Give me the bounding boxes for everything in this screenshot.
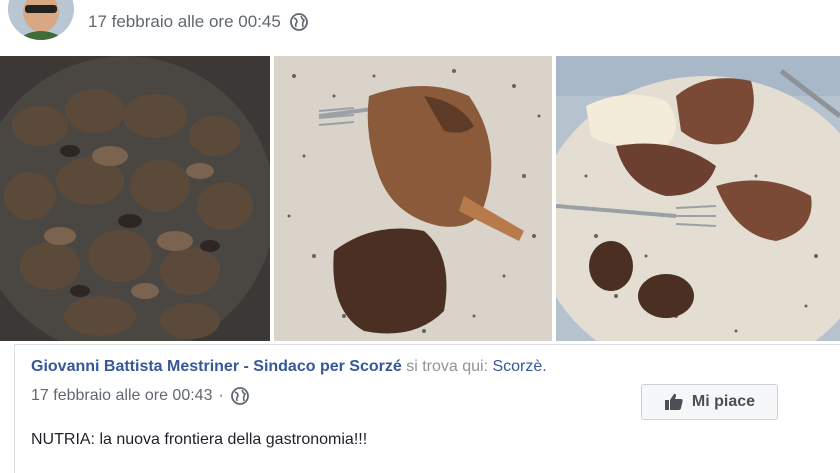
globe-icon[interactable]	[289, 12, 309, 32]
avatar-photo	[8, 0, 74, 40]
post-header: 17 febbraio alle ore 00:45	[0, 0, 840, 48]
thumbs-up-icon	[664, 392, 684, 412]
photo-plate-leg-fork[interactable]	[274, 56, 552, 341]
photo-grid	[0, 56, 840, 341]
shared-post-header: Giovanni Battista Mestriner - Sindaco pe…	[31, 358, 547, 376]
shared-post-timestamp[interactable]: 17 febbraio alle ore 00:43	[31, 387, 212, 405]
page-name-link[interactable]: Giovanni Battista Mestriner - Sindaco pe…	[31, 358, 402, 375]
checkin-label: si trova qui:	[406, 358, 489, 375]
shared-post: Giovanni Battista Mestriner - Sindaco pe…	[14, 344, 840, 473]
avatar[interactable]	[8, 0, 74, 40]
like-button-label: Mi piace	[691, 393, 756, 410]
meta-separator: ·	[218, 387, 224, 404]
like-page-button[interactable]: Mi piace	[641, 384, 778, 420]
post-text: NUTRIA: la nuova frontiera della gastron…	[31, 431, 368, 448]
photo-stewed-meat-pan[interactable]	[0, 56, 270, 341]
globe-icon[interactable]	[230, 386, 250, 406]
place-link[interactable]: Scorzè.	[492, 358, 546, 375]
post-timestamp[interactable]: 17 febbraio alle ore 00:45	[88, 12, 281, 32]
photo-plate-puree-fork[interactable]	[556, 56, 840, 341]
shared-post-meta: 17 febbraio alle ore 00:43 ·	[31, 385, 250, 407]
post-meta: 17 febbraio alle ore 00:45	[88, 11, 309, 33]
